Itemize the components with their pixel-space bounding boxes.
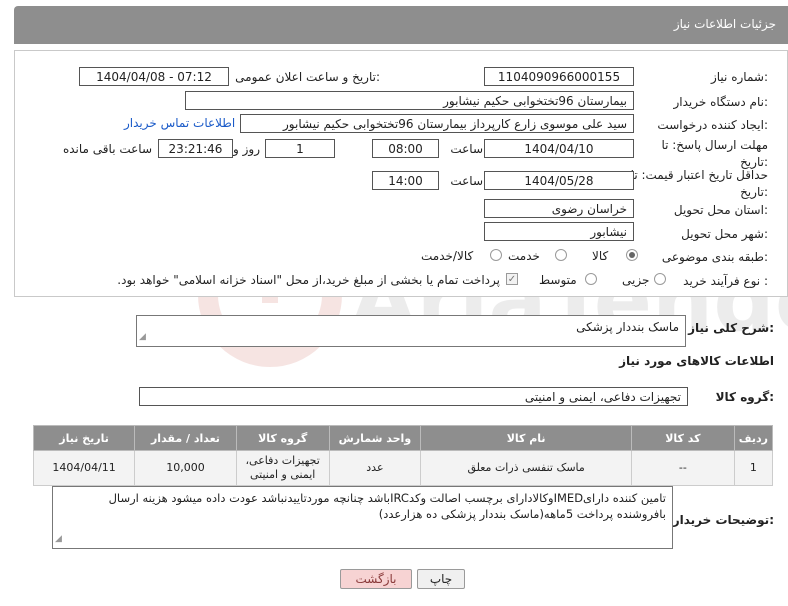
price-validity-label: حداقل تاریخ اعتبار قیمت: تا تاریخ: xyxy=(630,168,768,199)
col-code: کد کالا xyxy=(631,425,735,451)
province-label: استان محل تحویل: xyxy=(673,203,768,217)
purchase-radio-minor[interactable] xyxy=(654,273,666,285)
col-quantity: تعداد / مقدار xyxy=(134,425,237,451)
cell-code: -- xyxy=(631,450,735,486)
days-field: 1 xyxy=(265,139,335,158)
purchase-type-label: نوع فرآیند خرید : xyxy=(683,274,768,288)
print-button[interactable]: چاپ xyxy=(417,569,465,589)
description-text: ماسک بنددار پزشکی xyxy=(576,320,679,334)
category-option-goods: کالا xyxy=(592,249,609,263)
need-number-field: 1104090966000155 xyxy=(484,67,634,86)
category-label: طبقه بندی موضوعی: xyxy=(661,250,768,264)
cell-name: ماسک تنفسی ذرات معلق xyxy=(420,450,632,486)
col-name: نام کالا xyxy=(420,425,632,451)
goods-heading: اطلاعات کالاهای مورد نیاز xyxy=(619,354,774,368)
purchase-option-minor: جزیی xyxy=(622,273,650,287)
payment-note: پرداخت تمام یا بخشی از مبلغ خرید،از محل … xyxy=(117,273,500,287)
city-field: نیشابور xyxy=(484,222,634,241)
resize-grip-icon: ◢ xyxy=(55,534,62,544)
cell-unit: عدد xyxy=(328,450,422,486)
resize-grip-icon: ◢ xyxy=(139,332,146,342)
price-date-field: 1404/05/28 xyxy=(484,171,634,190)
category-radio-goods[interactable] xyxy=(626,249,638,261)
remaining-label: ساعت باقی مانده xyxy=(62,142,152,156)
reply-time-field: 08:00 xyxy=(372,139,439,158)
buyer-org-field: بیمارستان 96تختخوابی حکیم نیشابور xyxy=(185,91,634,110)
treasury-payment-checkbox[interactable]: ✓ xyxy=(506,273,518,285)
table-row[interactable]: 1 -- ماسک تنفسی ذرات معلق عدد تجهیزات دف… xyxy=(32,450,774,486)
panel-title: جزئیات اطلاعات نیاز xyxy=(673,17,776,31)
need-number-label: شماره نیاز: xyxy=(710,70,768,84)
goods-group-label: گروه کالا: xyxy=(715,390,774,404)
category-radio-goods-service[interactable] xyxy=(490,249,502,261)
back-button[interactable]: بازگشت xyxy=(340,569,412,589)
goods-table: ردیف کد کالا نام کالا واحد شمارش گروه کا… xyxy=(32,425,774,486)
col-unit: واحد شمارش xyxy=(328,425,422,451)
buyer-org-label: نام دستگاه خریدار: xyxy=(673,95,769,109)
cell-quantity: 10,000 xyxy=(134,450,237,486)
buyer-contact-link[interactable]: اطلاعات تماس خریدار xyxy=(124,116,235,130)
col-group: گروه کالا xyxy=(235,425,330,451)
purchase-radio-medium[interactable] xyxy=(585,273,597,285)
goods-table-header: ردیف کد کالا نام کالا واحد شمارش گروه کا… xyxy=(32,425,774,451)
description-textarea: ماسک بنددار پزشکی ◢ xyxy=(136,315,686,347)
requester-field: سید علی موسوی زارع کارپرداز بیمارستان 96… xyxy=(240,114,634,133)
category-radio-service[interactable] xyxy=(555,249,567,261)
price-time-field: 14:00 xyxy=(372,171,439,190)
remaining-time-field: 23:21:46 xyxy=(158,139,233,158)
announce-field: 1404/04/08 - 07:12 xyxy=(79,67,229,86)
buyer-notes-textarea: تامین کننده دارایIMEDوکالادارای برچسب اص… xyxy=(52,486,673,549)
description-label: شرح کلی نیاز: xyxy=(688,321,774,335)
requester-label: ایجاد کننده درخواست: xyxy=(657,118,768,132)
reply-deadline-label: مهلت ارسال پاسخ: تا تاریخ: xyxy=(661,138,768,169)
price-time-label: ساعت xyxy=(450,174,483,188)
col-date: تاریخ نیاز xyxy=(32,425,136,451)
province-field: خراسان رضوی xyxy=(484,199,634,218)
reply-date-field: 1404/04/10 xyxy=(484,139,634,158)
category-option-service: خدمت xyxy=(508,249,540,263)
cell-group: تجهیزات دفاعی، ایمنی و امنیتی xyxy=(235,450,330,486)
buyer-notes-text: تامین کننده دارایIMEDوکالادارای برچسب اص… xyxy=(108,491,666,521)
col-index: ردیف xyxy=(733,425,774,451)
panel-header: جزئیات اطلاعات نیاز xyxy=(14,6,788,44)
cell-index: 1 xyxy=(733,450,774,486)
category-option-goods-service: کالا/خدمت xyxy=(421,249,474,263)
days-label: روز و xyxy=(233,142,260,156)
cell-date: 1404/04/11 xyxy=(32,450,136,486)
goods-group-field: تجهیزات دفاعی، ایمنی و امنیتی xyxy=(139,387,688,406)
buyer-notes-label: توضیحات خریدار: xyxy=(672,513,774,527)
announce-label: تاریخ و ساعت اعلان عمومی: xyxy=(235,70,380,84)
city-label: شهر محل تحویل: xyxy=(681,227,768,241)
purchase-option-medium: متوسط xyxy=(539,273,577,287)
reply-time-label: ساعت xyxy=(450,142,483,156)
